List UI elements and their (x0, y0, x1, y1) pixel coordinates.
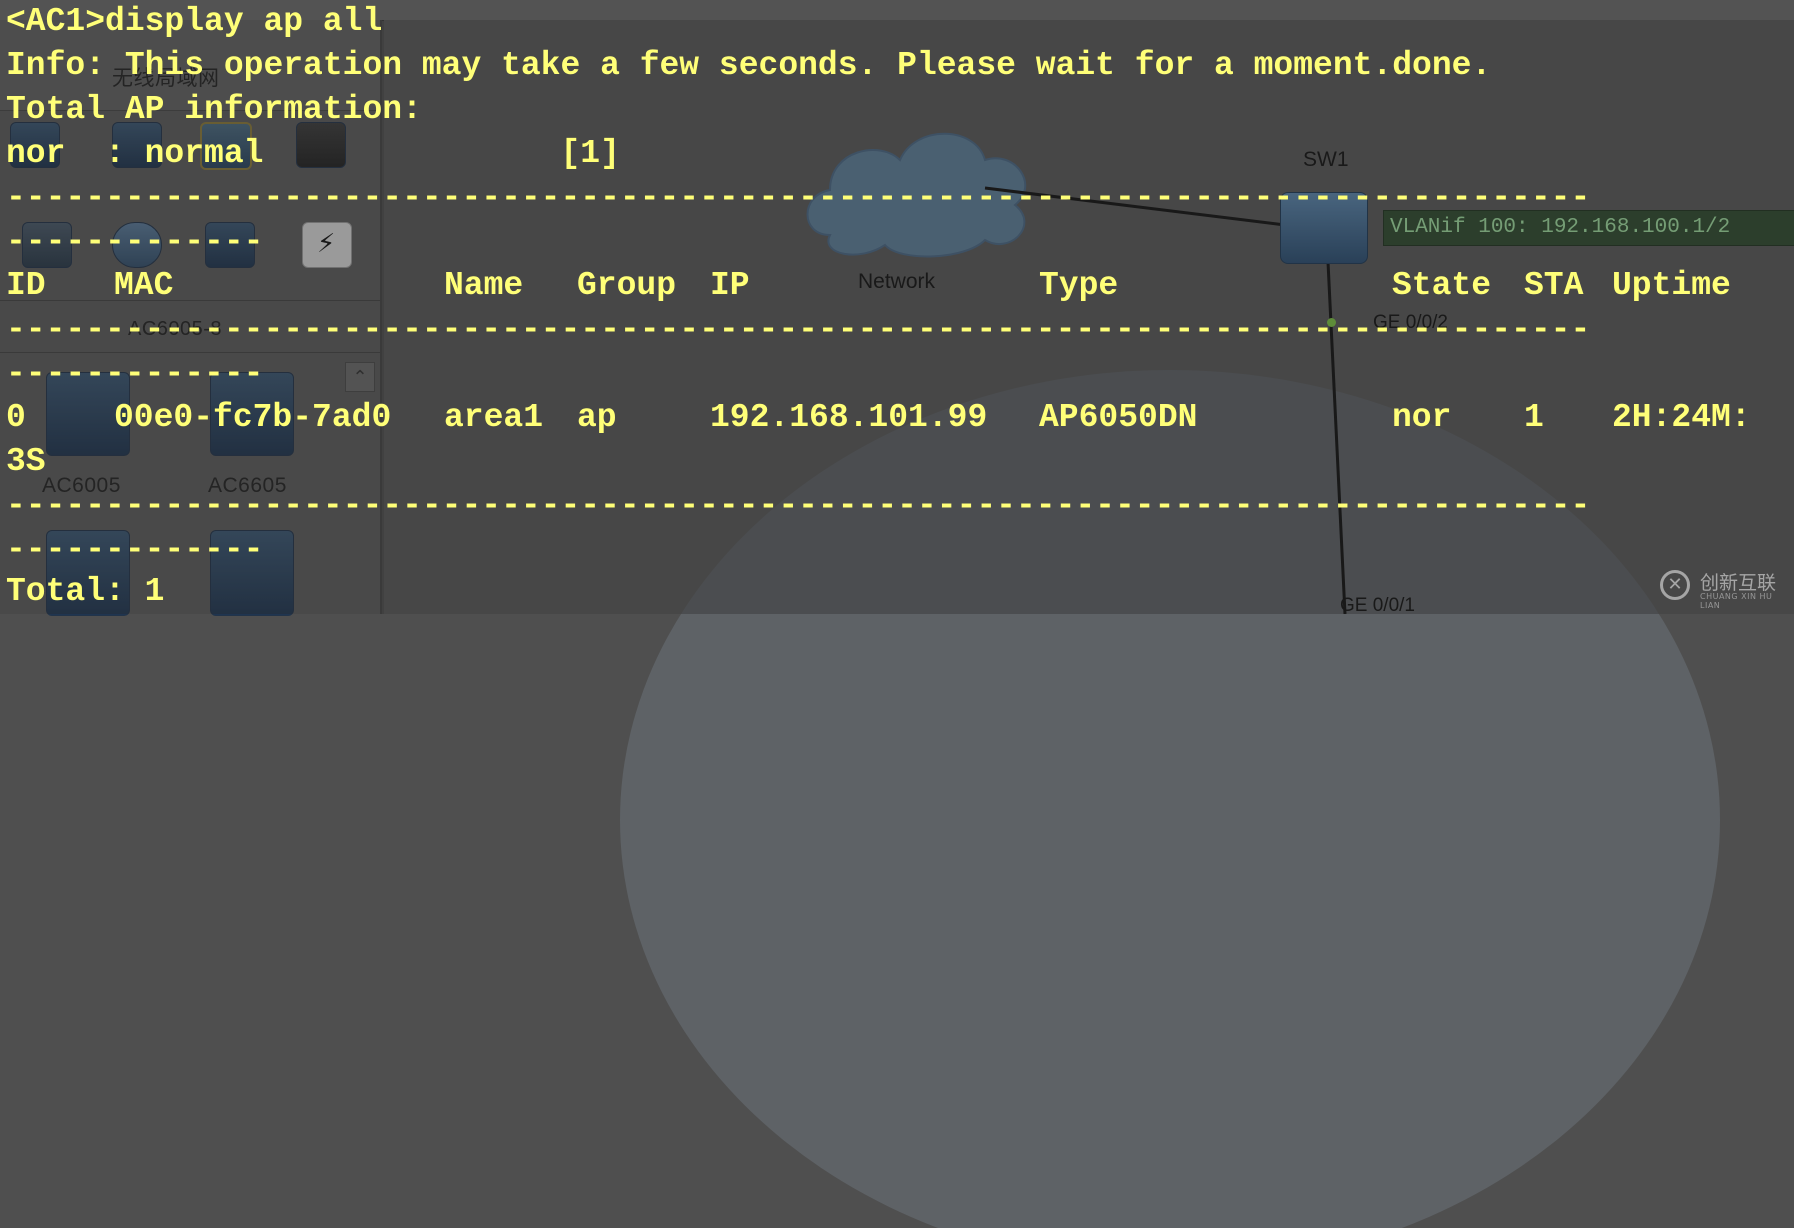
col-mac: MAC (114, 267, 174, 304)
cell-id: 0 (6, 399, 26, 436)
terminal-console[interactable]: <AC1>display ap all Info: This operation… (0, 0, 1794, 614)
cell-mac: 00e0-fc7b-7ad0 (114, 399, 392, 436)
col-group: Group (577, 267, 677, 304)
col-state: State (1392, 267, 1492, 304)
cell-sta: 1 (1524, 399, 1544, 436)
cell-state: nor (1392, 399, 1452, 436)
cell-type: AP6050DN (1039, 399, 1198, 436)
separator-wrap: ------------- (6, 355, 264, 392)
col-sta: STA (1524, 267, 1584, 304)
cell-name: area1 (444, 399, 544, 436)
cell-group: ap (577, 399, 617, 436)
col-uptime: Uptime (1612, 267, 1731, 304)
col-type: Type (1039, 267, 1119, 304)
col-name: Name (444, 267, 524, 304)
separator-line: ----------------------------------------… (6, 311, 1591, 348)
col-id: ID (6, 267, 46, 304)
command-line: <AC1>display ap all (6, 3, 383, 40)
cell-uptime-wrap: 3S (6, 443, 46, 480)
cell-ip: 192.168.101.99 (710, 399, 988, 436)
info-line: Info: This operation may take a few seco… (6, 47, 1492, 84)
separator-wrap: ------------- (6, 223, 264, 260)
separator-line: ----------------------------------------… (6, 487, 1591, 524)
legend-line: nor : normal [1] (6, 135, 620, 172)
separator-line: ----------------------------------------… (6, 179, 1591, 216)
col-ip: IP (710, 267, 750, 304)
cell-uptime: 2H:24M: (1612, 399, 1751, 436)
section-title: Total AP information: (6, 91, 422, 128)
separator-wrap: ------------- (6, 531, 264, 568)
total-line: Total: 1 (6, 573, 165, 610)
